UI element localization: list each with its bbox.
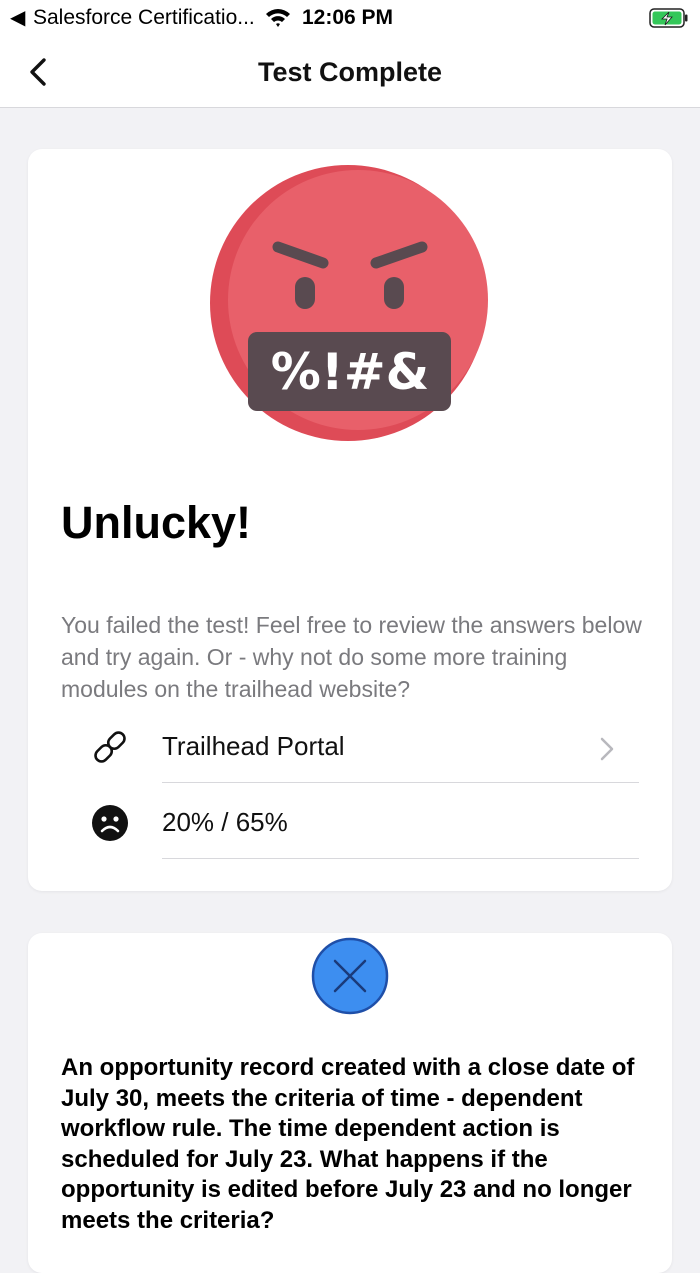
trailhead-portal-link[interactable]: Trailhead Portal: [28, 709, 672, 783]
status-time: 12:06 PM: [302, 6, 394, 29]
result-title: Unlucky!: [61, 497, 252, 548]
result-message: You failed the test! Feel free to review…: [61, 612, 642, 702]
question-text: An opportunity record created with a clo…: [61, 1054, 635, 1234]
face-symbols: %!#&: [271, 343, 429, 401]
incorrect-x-icon: [311, 937, 389, 1015]
wifi-icon: [264, 6, 292, 33]
divider: [162, 858, 639, 859]
back-to-app-indicator[interactable]: ◀: [10, 8, 25, 28]
angry-face-icon: %!#&: [210, 165, 488, 441]
nav-bar: Test Complete: [0, 36, 700, 108]
question-card: An opportunity record created with a clo…: [28, 933, 672, 1273]
page-title: Test Complete: [257, 57, 443, 87]
sad-face-icon: [92, 805, 128, 841]
score-label: 20% / 65%: [162, 807, 288, 837]
trailhead-portal-label: Trailhead Portal: [162, 731, 345, 761]
battery-charging-icon: [649, 8, 689, 33]
score-row: 20% / 65%: [28, 785, 672, 859]
divider: [162, 782, 639, 783]
status-bar: ◀ Salesforce Certificatio... 12:06 PM: [0, 0, 700, 36]
chevron-right-icon: [600, 737, 614, 761]
link-icon: [94, 731, 126, 763]
result-card: %!#& Unlucky! You failed the test! Feel …: [28, 149, 672, 891]
status-app-name[interactable]: Salesforce Certificatio...: [33, 6, 255, 30]
